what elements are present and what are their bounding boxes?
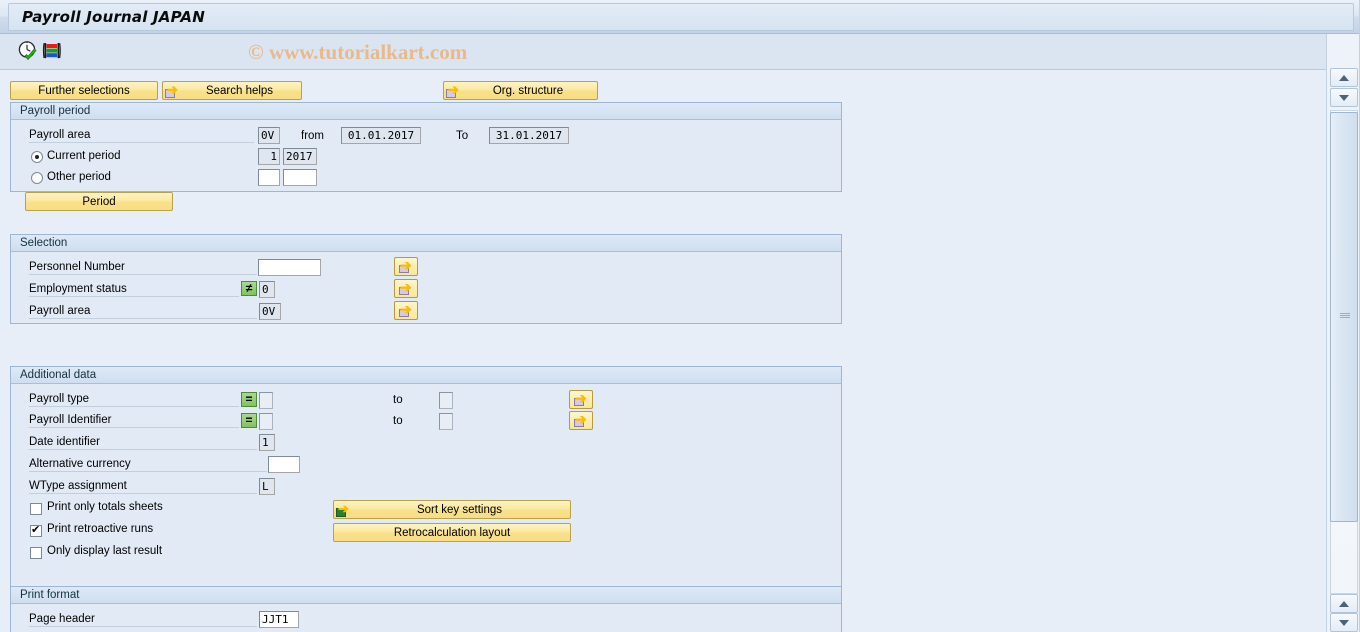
scrollbar-thumb[interactable] xyxy=(1330,112,1358,522)
checkbox-only-display-last-result-label[interactable]: Only display last result xyxy=(47,545,162,557)
checkbox-print-only-totals-sheets[interactable] xyxy=(30,503,42,515)
triangle-down-icon xyxy=(1339,619,1349,626)
payroll-area-multiple-selection-button[interactable]: ➔ xyxy=(394,301,418,320)
other-period-year[interactable] xyxy=(283,169,317,186)
employment-status-operator-icon[interactable]: ≠ xyxy=(241,281,257,296)
retrocalculation-layout-label: Retrocalculation layout xyxy=(393,526,511,539)
payroll-identifier-label: Payroll Identifier xyxy=(29,414,239,428)
date-identifier-input[interactable]: 1 xyxy=(259,434,275,451)
payroll-identifier-operator-icon[interactable]: = xyxy=(241,413,257,428)
employment-status-label: Employment status xyxy=(29,283,239,297)
employment-status-multiple-selection-button[interactable]: ➔ xyxy=(394,279,418,298)
sort-key-settings-button[interactable]: ➔ Sort key settings xyxy=(333,500,571,519)
page-header-input[interactable]: JJT1 xyxy=(259,611,299,628)
selection-screen-content: Further selections ➔ Search helps ➔ Org.… xyxy=(0,70,1326,632)
wtype-assignment-input[interactable]: L xyxy=(259,478,275,495)
scroll-up-button-bottom[interactable] xyxy=(1330,594,1358,613)
scroll-up-button[interactable] xyxy=(1330,68,1358,87)
payroll-identifier-to-input[interactable] xyxy=(439,413,453,430)
payroll-area-value[interactable]: 0V xyxy=(258,127,280,144)
payroll-area-label: Payroll area xyxy=(29,129,254,143)
scrollbar-grip-icon xyxy=(1340,313,1350,319)
current-period-label[interactable]: Current period xyxy=(47,150,121,162)
site-watermark: © www.tutorialkart.com xyxy=(248,40,468,64)
page-title: Payroll Journal JAPAN xyxy=(22,8,205,26)
wtype-assignment-label: WType assignment xyxy=(29,480,257,494)
further-selections-button[interactable]: Further selections xyxy=(10,81,158,100)
further-selections-label: Further selections xyxy=(38,84,130,97)
other-period-label[interactable]: Other period xyxy=(47,171,111,183)
sort-key-settings-label: Sort key settings xyxy=(416,503,502,516)
additional-data-title: Additional data xyxy=(11,367,841,384)
radio-other-period[interactable] xyxy=(31,172,43,184)
arrow-right-green-icon: ➔ xyxy=(336,501,349,517)
print-format-title: Print format xyxy=(11,587,841,604)
window-title-bar: Payroll Journal JAPAN xyxy=(0,0,1360,34)
payroll-period-title: Payroll period xyxy=(11,103,841,120)
period-button[interactable]: Period xyxy=(25,192,173,211)
payroll-type-to-label: to xyxy=(393,394,403,406)
radio-current-period[interactable] xyxy=(31,151,43,163)
period-to-value[interactable]: 31.01.2017 xyxy=(489,127,569,144)
personnel-number-label: Personnel Number xyxy=(29,261,257,275)
alternative-currency-label: Alternative currency xyxy=(29,458,267,472)
to-label: To xyxy=(456,130,469,142)
payroll-identifier-input[interactable] xyxy=(259,413,273,430)
vertical-scrollbar[interactable] xyxy=(1326,34,1360,632)
alternative-currency-input[interactable] xyxy=(268,456,300,473)
checkbox-only-display-last-result[interactable] xyxy=(30,547,42,559)
variant-bars-icon[interactable] xyxy=(41,40,63,62)
triangle-down-icon xyxy=(1339,94,1349,101)
triangle-up-icon xyxy=(1339,600,1349,607)
employment-status-input[interactable]: 0 xyxy=(259,281,275,298)
payroll-identifier-multiple-selection-button[interactable]: ➔ xyxy=(569,411,593,430)
checkbox-print-retroactive-runs-label[interactable]: Print retroactive runs xyxy=(47,523,153,535)
triangle-up-icon xyxy=(1339,74,1349,81)
payroll-type-input[interactable] xyxy=(259,392,273,409)
period-button-label: Period xyxy=(82,195,116,208)
print-format-group: Print format Page header JJT1 xyxy=(10,586,842,632)
payroll-identifier-to-label: to xyxy=(393,415,403,427)
personnel-number-input[interactable] xyxy=(258,259,321,276)
current-period-year[interactable]: 2017 xyxy=(283,148,317,165)
org-structure-button[interactable]: ➔ Org. structure xyxy=(443,81,598,100)
page-header-label: Page header xyxy=(29,613,257,627)
payroll-type-multiple-selection-button[interactable]: ➔ xyxy=(569,390,593,409)
retrocalculation-layout-button[interactable]: Retrocalculation layout xyxy=(333,523,571,542)
title-bar-inner xyxy=(8,3,1354,31)
payroll-type-to-input[interactable] xyxy=(439,392,453,409)
execute-clock-icon[interactable] xyxy=(17,40,39,62)
selection-payroll-area-input[interactable]: 0V xyxy=(259,303,281,320)
current-period-number[interactable]: 1 xyxy=(258,148,280,165)
checkbox-print-retroactive-runs[interactable] xyxy=(30,523,42,537)
sap-selection-screen: Payroll Journal JAPAN © www.tutorialkart… xyxy=(0,0,1360,632)
org-structure-label: Org. structure xyxy=(492,84,564,97)
search-helps-button[interactable]: ➔ Search helps xyxy=(162,81,302,100)
search-helps-label: Search helps xyxy=(205,84,274,97)
selection-group: Selection Personnel Number ➔ Employment … xyxy=(10,234,842,324)
date-identifier-label: Date identifier xyxy=(29,436,257,450)
payroll-period-group: Payroll period Payroll area 0V from 01.0… xyxy=(10,102,842,211)
payroll-type-operator-icon[interactable]: = xyxy=(241,392,257,407)
scroll-down-button-bottom[interactable] xyxy=(1330,613,1358,632)
application-toolbar xyxy=(0,34,1360,70)
from-label: from xyxy=(301,130,324,142)
arrow-right-icon: ➔ xyxy=(446,82,459,98)
checkbox-print-only-totals-sheets-label[interactable]: Print only totals sheets xyxy=(47,501,163,513)
personnel-number-multiple-selection-button[interactable]: ➔ xyxy=(394,257,418,276)
arrow-right-icon: ➔ xyxy=(165,82,178,98)
other-period-number[interactable] xyxy=(258,169,280,186)
period-from-value[interactable]: 01.01.2017 xyxy=(341,127,421,144)
selection-title: Selection xyxy=(11,235,841,252)
scroll-down-button[interactable] xyxy=(1330,88,1358,107)
payroll-type-label: Payroll type xyxy=(29,393,239,407)
selection-payroll-area-label: Payroll area xyxy=(29,305,257,319)
